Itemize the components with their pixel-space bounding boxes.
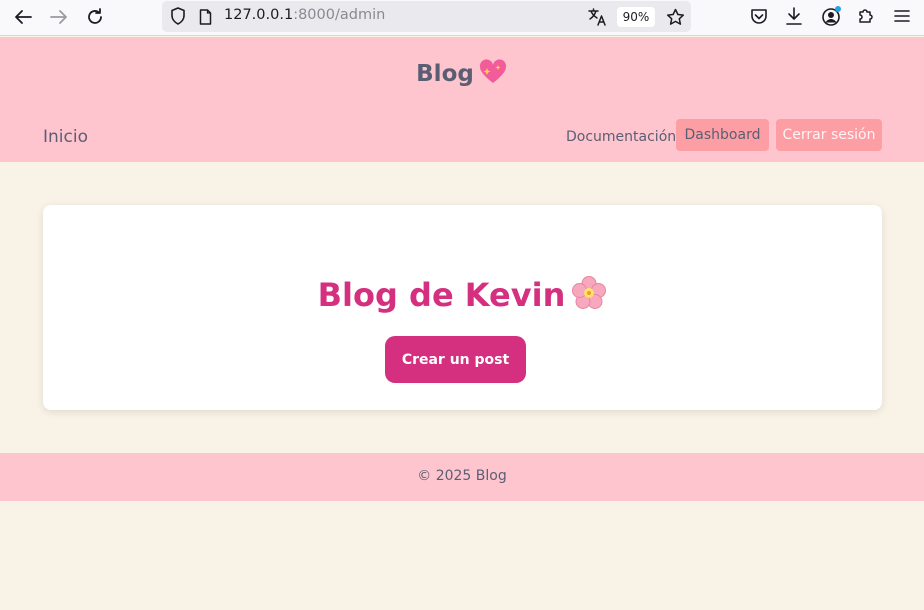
nav-docs-link[interactable]: Documentación <box>566 129 676 145</box>
nav-home-link[interactable]: Inicio <box>43 127 88 147</box>
site-footer: © 2025 Blog <box>0 453 924 501</box>
url-text[interactable]: 127.0.0.1:8000/admin <box>224 7 385 23</box>
forward-arrow-icon[interactable] <box>47 6 71 28</box>
cherry-blossom-icon <box>571 275 607 311</box>
sparkling-heart-icon <box>478 59 508 85</box>
site-header: Blog Inicio Documentación Dashboard Cerr… <box>0 37 924 162</box>
logout-button[interactable]: Cerrar sesión <box>776 119 882 151</box>
footer-copyright: © 2025 Blog <box>417 468 507 484</box>
zoom-level-badge[interactable]: 90% <box>617 7 655 27</box>
menu-icon[interactable] <box>892 7 912 25</box>
dashboard-button[interactable]: Dashboard <box>676 119 769 151</box>
download-icon[interactable] <box>784 6 804 26</box>
extensions-icon[interactable] <box>856 6 876 26</box>
page-icon[interactable] <box>198 8 212 25</box>
site-brand[interactable]: Blog <box>0 59 924 87</box>
shield-icon[interactable] <box>169 7 187 25</box>
main-card: Blog de Kevin Crear un post <box>43 205 882 410</box>
pocket-icon[interactable] <box>749 7 769 26</box>
page-title: Blog de Kevin <box>43 275 882 314</box>
create-post-button[interactable]: Crear un post <box>385 336 526 383</box>
translate-icon[interactable] <box>587 7 607 26</box>
star-icon[interactable] <box>665 7 685 26</box>
back-arrow-icon[interactable] <box>11 6 35 28</box>
url-bar[interactable]: 127.0.0.1:8000/admin 90% <box>162 1 691 32</box>
reload-icon[interactable] <box>83 6 107 28</box>
notification-dot <box>835 6 841 12</box>
browser-toolbar: 127.0.0.1:8000/admin 90% <box>0 0 924 36</box>
